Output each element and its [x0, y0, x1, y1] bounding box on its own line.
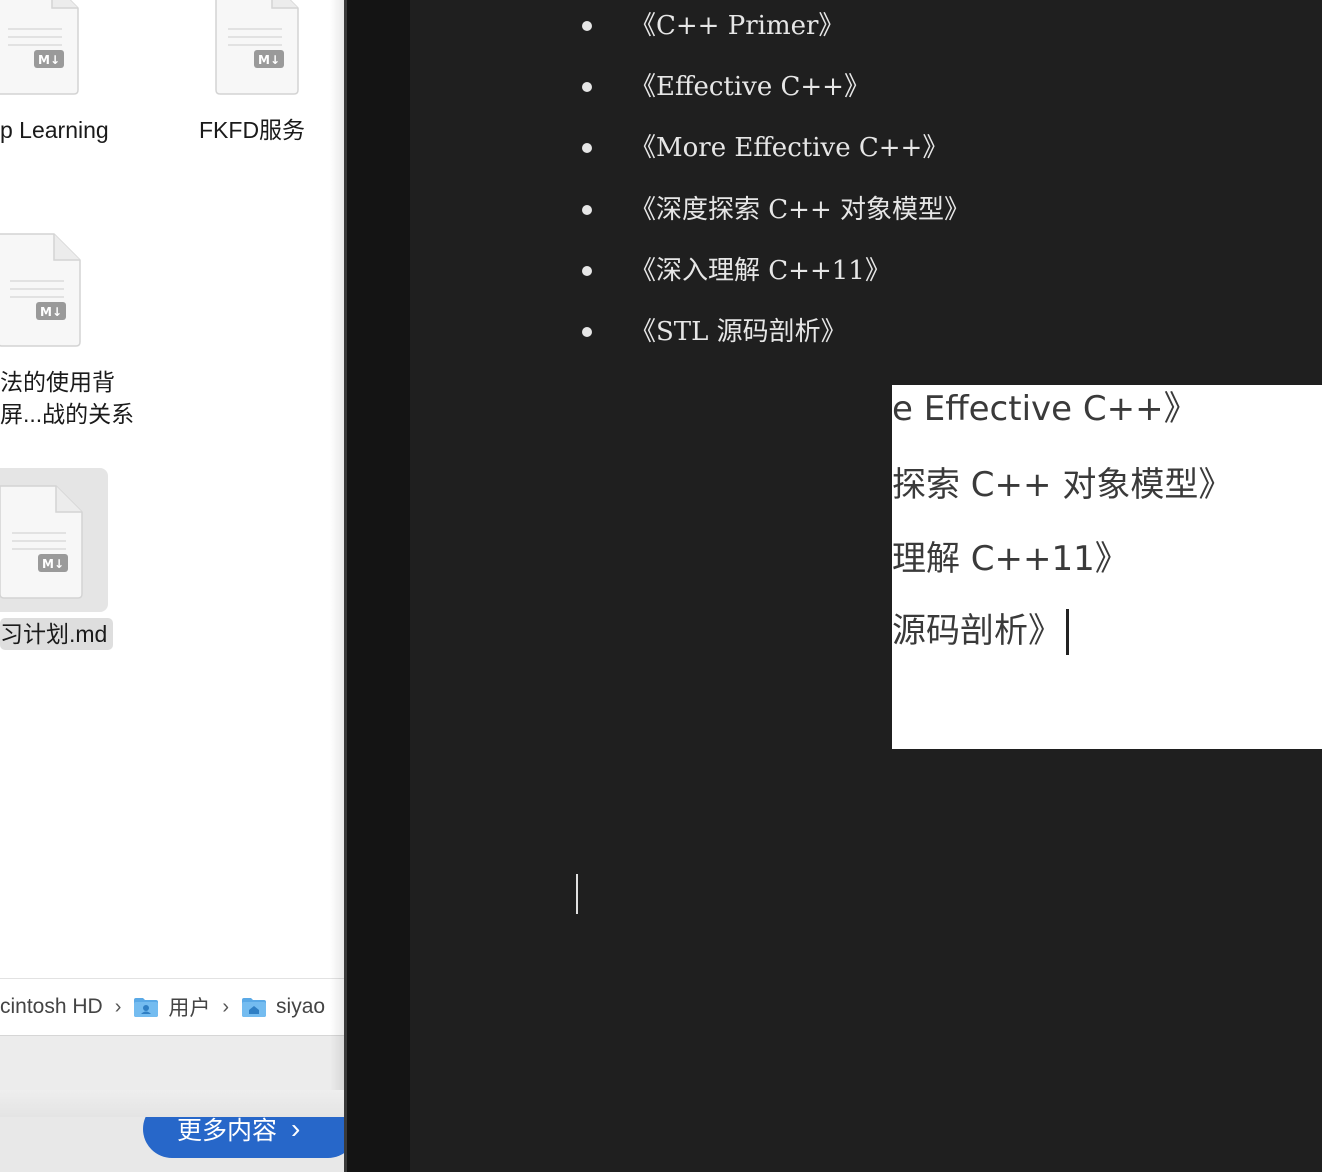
- path-bar: cintosh HD › 用户 › siyao: [0, 978, 346, 1035]
- zoom-preview-panel: e Effective C++》 探索 C++ 对象模型》 理解 C++11》 …: [892, 385, 1322, 749]
- text-cursor: [576, 874, 578, 914]
- svg-text:M↓: M↓: [42, 557, 64, 571]
- list-item-text: 《Effective C++》: [630, 72, 870, 102]
- bullet-icon: [582, 327, 592, 337]
- zoom-line: 探索 C++ 对象模型》: [892, 465, 1233, 505]
- chevron-right-icon: ›: [291, 1113, 301, 1144]
- list-item[interactable]: 《More Effective C++》: [582, 130, 949, 166]
- markdown-file-icon: M↓: [0, 233, 81, 347]
- users-folder-icon: [134, 998, 159, 1017]
- window-divider: [344, 0, 347, 1172]
- editor-gutter: [346, 0, 410, 1172]
- bullet-icon: [582, 143, 592, 153]
- home-folder-icon: [242, 998, 267, 1017]
- path-segment-disk[interactable]: cintosh HD: [0, 995, 103, 1019]
- screen: M↓ p Learning M↓ FKFD服务 M↓ 法的使用背 屏...战的关…: [0, 0, 1322, 1172]
- svg-text:M↓: M↓: [38, 53, 60, 67]
- markdown-file-icon: M↓: [0, 0, 79, 95]
- list-item[interactable]: 《C++ Primer》: [582, 8, 845, 44]
- bullet-icon: [582, 266, 592, 276]
- window-bottom-edge: [0, 1090, 346, 1117]
- file-label-line-1: 法的使用背: [0, 369, 115, 395]
- svg-text:M↓: M↓: [40, 305, 62, 319]
- finder-window: M↓ p Learning M↓ FKFD服务 M↓ 法的使用背 屏...战的关…: [0, 0, 346, 1172]
- bullet-icon: [582, 205, 592, 215]
- zoom-line: 源码剖析》: [892, 611, 1062, 651]
- bullet-icon: [582, 82, 592, 92]
- markdown-file-icon: M↓: [0, 485, 83, 599]
- svg-text:M↓: M↓: [258, 53, 280, 67]
- zoom-line: e Effective C++》: [892, 389, 1198, 429]
- list-item-text: 《STL 源码剖析》: [630, 317, 847, 347]
- path-segment-label: 用户: [168, 997, 211, 1020]
- list-item[interactable]: 《Effective C++》: [582, 69, 870, 105]
- file-label: 习计划.md: [0, 618, 114, 650]
- file-label-line-2: 屏...战的关系: [0, 401, 135, 427]
- path-separator: ›: [114, 995, 122, 1018]
- list-item[interactable]: 《STL 源码剖析》: [582, 314, 847, 350]
- status-bar: [0, 1035, 346, 1091]
- path-separator: ›: [222, 995, 230, 1018]
- list-item-text: 《More Effective C++》: [630, 133, 949, 163]
- list-item-text: 《深度探索 C++ 对象模型》: [630, 195, 970, 225]
- text-cursor: [1066, 609, 1069, 655]
- list-item-text: 《深入理解 C++11》: [630, 256, 891, 286]
- list-item[interactable]: 《深入理解 C++11》: [582, 253, 891, 289]
- bullet-icon: [582, 21, 592, 31]
- path-segment-users[interactable]: 用户: [133, 992, 210, 1022]
- path-segment-label: siyao: [276, 995, 326, 1018]
- file-label: FKFD服务: [199, 117, 306, 143]
- path-segment-home[interactable]: siyao: [241, 995, 325, 1019]
- markdown-file-icon: M↓: [215, 0, 299, 95]
- list-item-text: 《C++ Primer》: [630, 11, 845, 41]
- list-item[interactable]: 《深度探索 C++ 对象模型》: [582, 192, 970, 228]
- file-label: p Learning: [0, 117, 109, 143]
- zoom-line: 理解 C++11》: [892, 539, 1129, 579]
- path-segment-label: cintosh HD: [0, 995, 103, 1018]
